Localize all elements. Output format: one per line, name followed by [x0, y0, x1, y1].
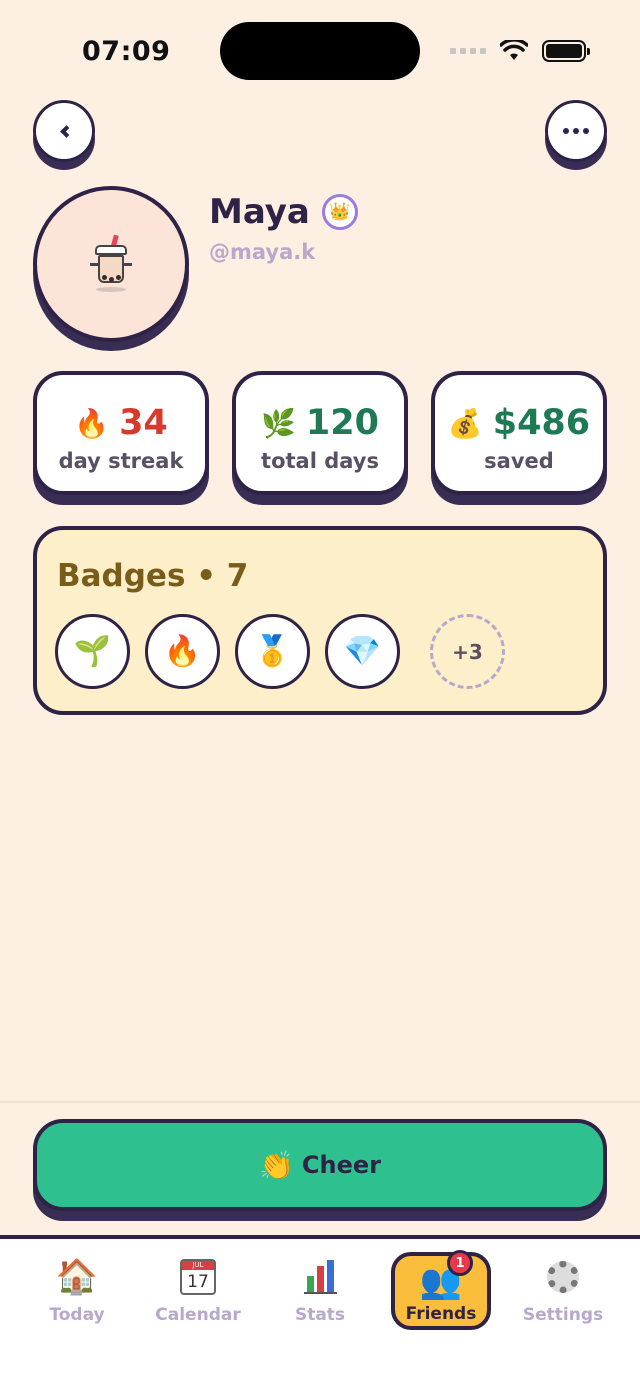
herb-icon: 🌿: [261, 406, 296, 440]
tab-label: Calendar: [155, 1305, 241, 1325]
divider: [0, 1101, 640, 1103]
seedling-badge-icon[interactable]: 🌱: [55, 614, 130, 689]
stat-label: day streak: [58, 449, 184, 473]
fire-icon: 🔥: [74, 406, 110, 440]
wifi-icon: [500, 40, 528, 60]
crown-icon: 👑: [321, 194, 358, 230]
stat-label: saved: [484, 449, 554, 473]
clapping-hands-icon: 👏: [259, 1148, 294, 1182]
tab-stats[interactable]: Stats: [270, 1257, 370, 1325]
gem-badge-icon[interactable]: 💎: [325, 614, 400, 689]
more-icon: [563, 128, 589, 134]
stat-card-saved: 💰 $486 saved: [431, 371, 607, 495]
tab-bar: 🏠 Today JUL 17 Calendar Stats 1 👥 Friend…: [0, 1235, 640, 1391]
tab-label: Settings: [522, 1305, 604, 1325]
medal-badge-icon[interactable]: 🥇: [235, 614, 310, 689]
stat-value: 120: [305, 403, 379, 443]
notification-badge: 1: [447, 1250, 473, 1276]
profile-name: Maya: [209, 192, 310, 232]
tab-settings[interactable]: Settings: [513, 1257, 613, 1325]
stat-value: 34: [119, 403, 168, 443]
badges-row: 🌱 🔥 🥇 💎 +3: [55, 614, 505, 689]
back-button[interactable]: [33, 100, 95, 162]
battery-icon: [542, 40, 590, 62]
tab-label: Friends: [405, 1304, 477, 1324]
stat-card-total-days: 🌿 120 total days: [232, 371, 408, 495]
bar-chart-icon: [303, 1260, 337, 1294]
house-icon: 🏠: [55, 1257, 99, 1297]
more-options-button[interactable]: [545, 100, 607, 162]
cheer-label: Cheer: [301, 1151, 381, 1179]
people-icon: 👥: [419, 1262, 463, 1302]
status-time: 07:09: [82, 36, 171, 67]
chevron-left-icon: [59, 124, 73, 138]
badges-title: Badges • 7: [57, 558, 249, 594]
tab-today[interactable]: 🏠 Today: [27, 1257, 127, 1325]
status-bar: 07:09: [0, 0, 640, 100]
more-badges-button[interactable]: +3: [430, 614, 505, 689]
badges-card: Badges • 7 🌱 🔥 🥇 💎 +3: [33, 526, 607, 715]
money-bag-icon: 💰: [447, 406, 483, 440]
dynamic-island: [220, 22, 420, 80]
cheer-button[interactable]: 👏 Cheer: [33, 1119, 607, 1211]
calendar-icon: JUL 17: [180, 1259, 216, 1295]
boba-tea-mascot-icon: [88, 234, 134, 293]
tab-label: Stats: [294, 1305, 346, 1325]
signal-icon: [450, 48, 486, 54]
status-icons: [450, 40, 590, 62]
tab-calendar[interactable]: JUL 17 Calendar: [148, 1257, 248, 1325]
stat-label: total days: [261, 449, 379, 473]
avatar: [33, 186, 189, 342]
fire-badge-icon[interactable]: 🔥: [145, 614, 220, 689]
profile-name-row: Maya 👑: [209, 192, 358, 232]
stat-card-streak: 🔥 34 day streak: [33, 371, 209, 495]
gear-icon: [547, 1261, 579, 1293]
profile-handle: @maya.k: [209, 240, 316, 264]
stat-value: $486: [492, 403, 591, 443]
tab-label: Today: [49, 1305, 105, 1325]
tab-friends[interactable]: 1 👥 Friends: [391, 1250, 491, 1330]
